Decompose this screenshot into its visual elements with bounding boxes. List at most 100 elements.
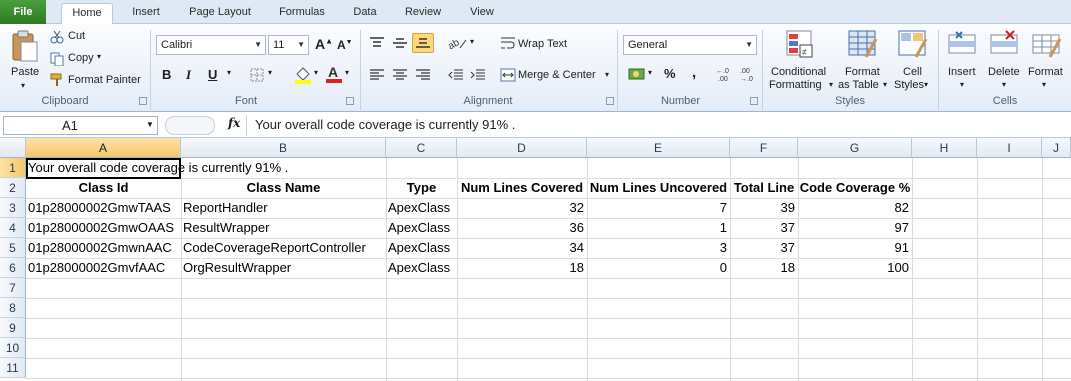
wrap-text-button[interactable]: Wrap Text [518, 38, 567, 50]
font-size-select[interactable]: 11 ▼ [268, 35, 309, 55]
row-header-8[interactable]: 8 [0, 298, 26, 318]
font-name-select[interactable]: Calibri ▼ [156, 35, 266, 55]
borders-icon[interactable] [250, 68, 264, 85]
table-cell[interactable]: 0 [587, 258, 727, 278]
header-num-lines-uncovered[interactable]: Num Lines Uncovered [587, 178, 730, 198]
align-center-icon[interactable] [392, 68, 408, 85]
table-cell[interactable]: 3 [587, 238, 727, 258]
table-cell[interactable]: 82 [798, 198, 909, 218]
table-cell[interactable]: 37 [730, 218, 795, 238]
font-color-dropdown-icon[interactable]: ▾ [345, 68, 349, 77]
row-header-9[interactable]: 9 [0, 318, 26, 338]
format-painter-button[interactable]: Format Painter [68, 74, 141, 86]
table-cell[interactable]: 7 [587, 198, 727, 218]
increase-decimal-icon[interactable]: ←.0.00 [716, 66, 734, 85]
fill-color-icon[interactable] [294, 66, 312, 87]
decrease-decimal-icon[interactable]: .00 →.0 [740, 66, 758, 85]
align-top-icon[interactable] [369, 36, 385, 53]
conditional-formatting-button[interactable]: Conditional [771, 66, 826, 78]
italic-button[interactable]: I [186, 67, 191, 83]
merge-center-icon[interactable] [500, 68, 516, 85]
tab-view[interactable]: View [460, 3, 504, 24]
cell-styles-button[interactable]: Cell [903, 66, 922, 78]
table-cell[interactable]: ResultWrapper [183, 218, 269, 238]
header-type[interactable]: Type [386, 178, 457, 198]
cell-styles-dropdown-icon[interactable]: ▾ [924, 80, 928, 89]
column-header-c[interactable]: C [386, 138, 457, 158]
table-cell[interactable]: OrgResultWrapper [183, 258, 291, 278]
table-cell[interactable]: 34 [457, 238, 584, 258]
merge-dropdown-icon[interactable]: ▾ [605, 70, 609, 79]
table-cell[interactable]: 37 [730, 238, 795, 258]
column-header-d[interactable]: D [457, 138, 587, 158]
table-cell[interactable]: ApexClass [388, 238, 450, 258]
align-bottom-button[interactable] [412, 33, 434, 53]
orientation-icon[interactable]: ab [446, 36, 468, 53]
cut-icon[interactable] [50, 30, 64, 47]
merge-center-button[interactable]: Merge & Center [518, 69, 596, 81]
header-class-name[interactable]: Class Name [181, 178, 386, 198]
table-cell[interactable]: 91 [798, 238, 909, 258]
tab-insert[interactable]: Insert [124, 3, 168, 24]
row-header-7[interactable]: 7 [0, 278, 26, 298]
align-right-icon[interactable] [415, 68, 431, 85]
table-cell[interactable]: 36 [457, 218, 584, 238]
format-as-table-button[interactable]: Format [845, 66, 880, 78]
table-cell[interactable]: 01p28000002GmvfAAC [28, 258, 165, 278]
insert-cells-button[interactable]: Insert [948, 66, 976, 78]
format-dropdown-icon[interactable]: ▾ [1042, 80, 1046, 89]
comma-style-button[interactable]: , [692, 64, 696, 81]
shrink-font-icon[interactable]: A▼ [337, 38, 353, 52]
tab-data[interactable]: Data [343, 3, 387, 24]
table-cell[interactable]: 18 [730, 258, 795, 278]
column-header-j[interactable]: J [1042, 138, 1071, 158]
copy-icon[interactable] [50, 52, 64, 69]
underline-button[interactable]: U [208, 67, 217, 82]
percent-style-button[interactable]: % [664, 66, 676, 81]
table-cell[interactable]: 01p28000002GmwOAAS [28, 218, 174, 238]
copy-button[interactable]: Copy [68, 52, 94, 64]
table-cell[interactable]: 01p28000002GmwnAAC [28, 238, 172, 258]
row-header-4[interactable]: 4 [0, 218, 26, 238]
cell-styles-icon[interactable] [898, 29, 928, 62]
bold-button[interactable]: B [162, 67, 171, 82]
alignment-launcher-icon[interactable] [606, 97, 614, 105]
delete-dropdown-icon[interactable]: ▾ [1002, 80, 1006, 89]
table-cell[interactable]: 39 [730, 198, 795, 218]
table-cell[interactable]: ApexClass [388, 218, 450, 238]
name-box[interactable]: A1 [3, 116, 158, 135]
formula-input[interactable]: Your overall code coverage is currently … [246, 115, 1069, 136]
increase-indent-icon[interactable] [470, 68, 486, 85]
column-header-f[interactable]: F [730, 138, 798, 158]
header-class-id[interactable]: Class Id [26, 178, 181, 198]
insert-cells-icon[interactable] [948, 29, 978, 62]
borders-dropdown-icon[interactable]: ▾ [268, 68, 272, 77]
table-cell[interactable]: 01p28000002GmwTAAS [28, 198, 171, 218]
worksheet-grid[interactable]: A B C D E F G H I J 1 2 3 4 5 6 7 8 9 10… [0, 138, 1071, 381]
align-left-icon[interactable] [369, 68, 385, 85]
table-cell[interactable]: 18 [457, 258, 584, 278]
tab-file[interactable]: File [0, 0, 46, 24]
column-header-g[interactable]: G [798, 138, 912, 158]
format-cells-button[interactable]: Format [1028, 66, 1063, 78]
column-header-b[interactable]: B [181, 138, 386, 158]
row-header-6[interactable]: 6 [0, 258, 26, 278]
number-format-select[interactable]: General ▼ [623, 35, 757, 55]
row-header-3[interactable]: 3 [0, 198, 26, 218]
wrap-text-icon[interactable] [500, 36, 516, 53]
paste-dropdown-icon[interactable]: ▾ [21, 81, 25, 90]
table-cell[interactable]: ReportHandler [183, 198, 268, 218]
format-painter-icon[interactable] [50, 73, 64, 90]
number-launcher-icon[interactable] [750, 97, 758, 105]
name-box-dropdown-icon[interactable]: ▼ [146, 120, 154, 129]
row-header-5[interactable]: 5 [0, 238, 26, 258]
accounting-dropdown-icon[interactable]: ▾ [648, 68, 652, 77]
table-cell[interactable]: CodeCoverageReportController [183, 238, 366, 258]
tab-page-layout[interactable]: Page Layout [180, 3, 260, 24]
tab-review[interactable]: Review [396, 3, 450, 24]
decrease-indent-icon[interactable] [448, 68, 464, 85]
header-total-line[interactable]: Total Line [730, 178, 798, 198]
delete-cells-icon[interactable] [990, 29, 1020, 62]
copy-dropdown-icon[interactable]: ▾ [97, 52, 101, 61]
row-header-11[interactable]: 11 [0, 358, 26, 378]
